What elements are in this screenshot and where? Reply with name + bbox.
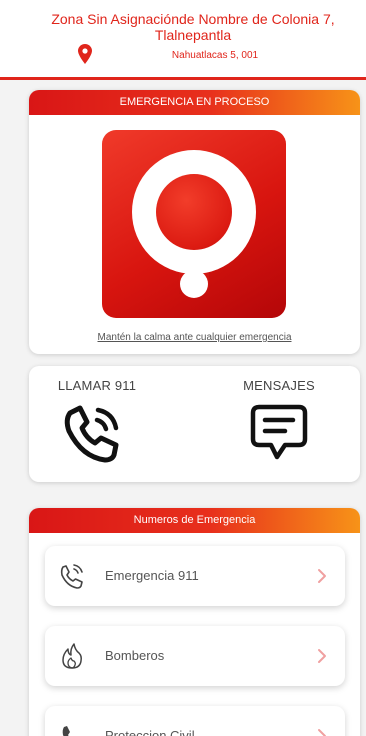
chevron-right-icon [318, 729, 326, 736]
calm-message: Mantén la calma ante cualquier emergenci… [97, 332, 292, 343]
chat-bubble-icon [250, 404, 308, 460]
call-911-button[interactable]: LLAMAR 911 [37, 378, 157, 473]
emergency-banner: EMERGENCIA EN PROCESO [29, 90, 360, 115]
fire-icon [62, 643, 82, 669]
alert-dot [156, 174, 232, 250]
emergency-numbers-card: Numeros de Emergencia Emergencia 911 Bom… [29, 508, 360, 736]
proteccion-civil-button[interactable]: Proteccion Civil [45, 706, 345, 736]
emergency-card: EMERGENCIA EN PROCESO Mantén la calma an… [29, 90, 360, 354]
emergency-911-label: Emergencia 911 [105, 568, 199, 583]
location-address: Nahuatlacas 5, 001 [171, 50, 259, 61]
chevron-right-icon [318, 569, 326, 583]
messages-button[interactable]: MENSAJES [219, 378, 339, 473]
phone-icon [62, 726, 70, 736]
map-pin-icon [78, 44, 92, 64]
chevron-right-icon [318, 649, 326, 663]
proteccion-civil-label: Proteccion Civil [105, 728, 195, 736]
call-911-label: LLAMAR 911 [57, 378, 137, 393]
phone-ringing-icon [60, 564, 83, 589]
numbers-banner: Numeros de Emergencia [29, 508, 360, 533]
actions-card: LLAMAR 911 MENSAJES [29, 366, 360, 482]
bomberos-label: Bomberos [105, 648, 165, 663]
alert-logo-icon[interactable] [102, 130, 286, 318]
emergency-911-button[interactable]: Emergencia 911 [45, 546, 345, 606]
location-title: Zona Sin Asignaciónde Nombre de Colonia … [51, 11, 335, 43]
bomberos-button[interactable]: Bomberos [45, 626, 345, 686]
phone-ringing-icon [64, 405, 119, 463]
location-header: Zona Sin Asignaciónde Nombre de Colonia … [0, 0, 366, 80]
alert-ring [132, 150, 256, 274]
alert-bottom-dot [180, 270, 208, 298]
messages-label: MENSAJES [243, 378, 315, 393]
